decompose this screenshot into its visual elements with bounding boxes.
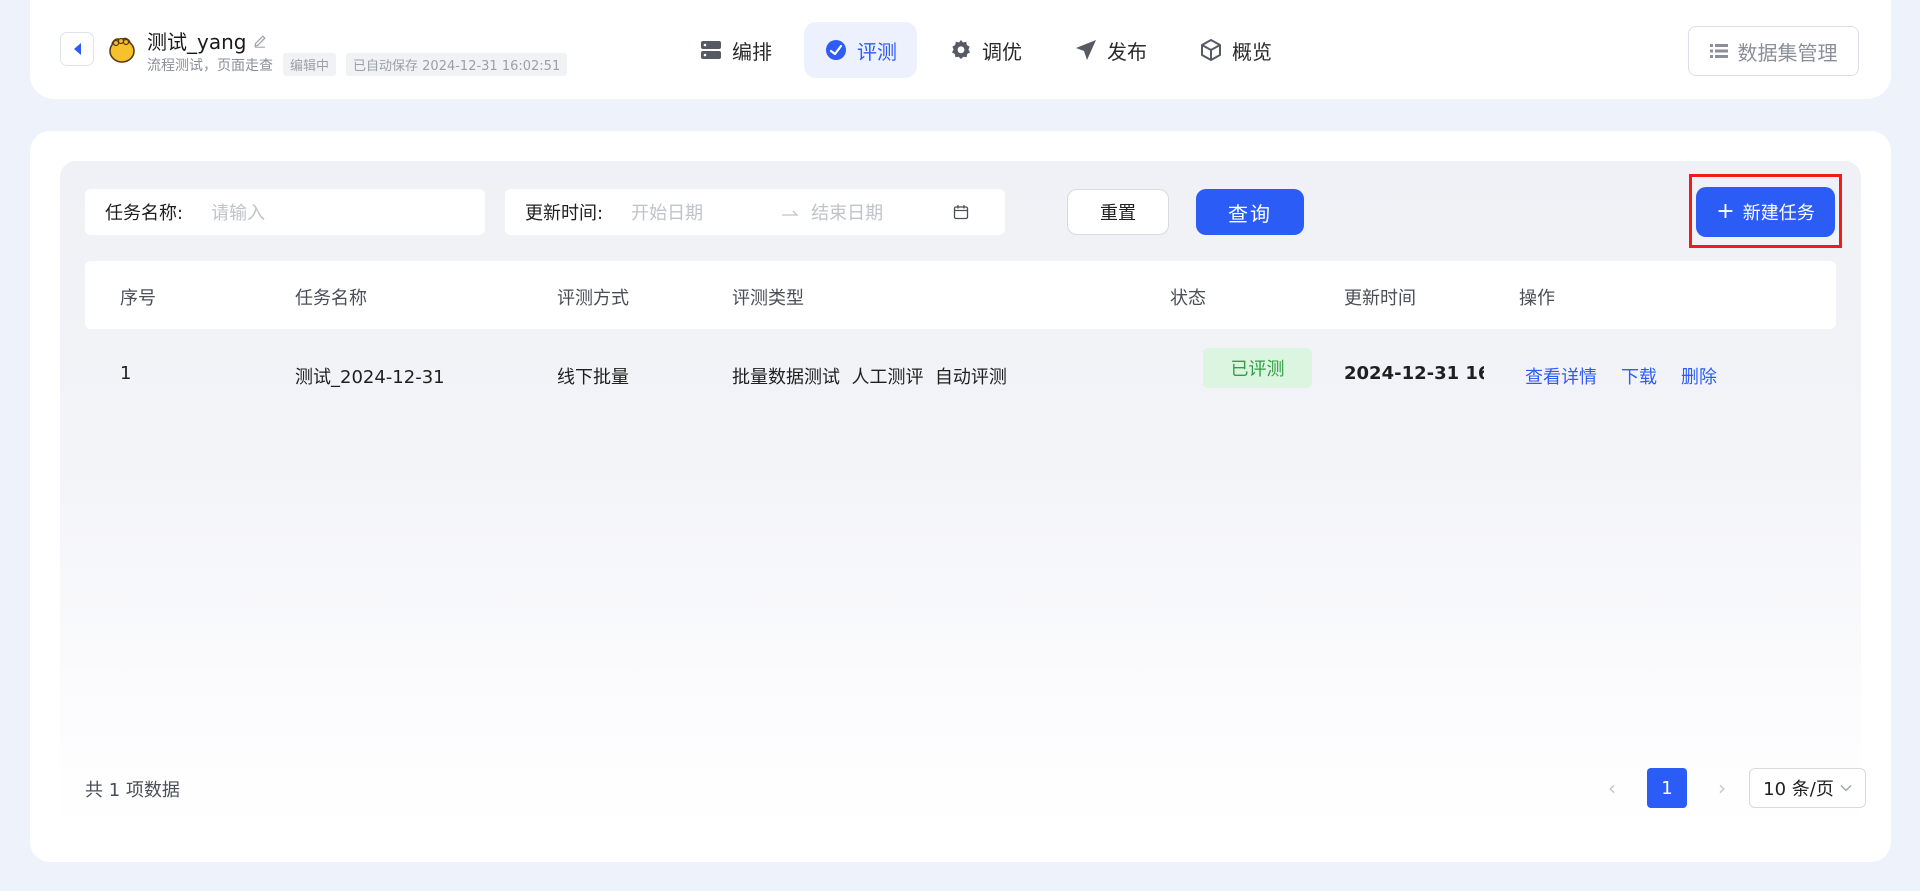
column-header: 序号: [120, 288, 156, 309]
update-time-label: 更新时间:: [525, 203, 604, 224]
page-size-select[interactable]: 10 条/页: [1749, 768, 1866, 808]
pagination: ‹ 1 ›: [1592, 768, 1742, 808]
app-avatar: [104, 32, 138, 66]
column-header: 更新时间: [1344, 288, 1416, 309]
chevron-left-icon: [73, 43, 81, 55]
column-header: 操作: [1519, 288, 1555, 309]
task-name-input[interactable]: 请输入: [211, 199, 265, 225]
cell-updated: 2024-12-31 16:07:3: [1344, 363, 1484, 384]
task-panel: 任务名称: 请输入 更新时间: 开始日期 结束日期 重置 查询 + 新建任务 序…: [60, 161, 1866, 832]
new-task-button[interactable]: + 新建任务: [1696, 187, 1835, 237]
column-header: 任务名称: [295, 288, 367, 309]
edit-status-tag: 编辑中: [283, 53, 337, 76]
column-header: 评测方式: [557, 288, 629, 309]
plus-icon: +: [1716, 199, 1735, 224]
cube-icon: [1201, 39, 1221, 61]
list-icon: [1709, 44, 1728, 58]
clapping-hands-icon: [109, 37, 135, 63]
main-nav: 编排 评测 调优 发布 概览: [679, 22, 1292, 78]
query-button[interactable]: 查询: [1196, 189, 1304, 235]
chevron-down-icon: [1840, 785, 1852, 792]
cell-task-name: 测试_2024-12-31: [295, 367, 445, 388]
page-size-value: 10 条/页: [1763, 779, 1834, 800]
table-header: 序号 任务名称 评测方式 评测类型 状态 更新时间 操作: [85, 261, 1836, 329]
nav-label: 发布: [1107, 39, 1147, 64]
back-button[interactable]: [60, 32, 94, 66]
update-time-filter: 更新时间: 开始日期 结束日期: [505, 189, 1005, 235]
column-header: 评测类型: [732, 288, 804, 309]
table-row: 1 测试_2024-12-31 线下批量 批量数据测试 人工测评 自动评测 已评…: [85, 345, 1836, 405]
nav-label: 调优: [982, 39, 1022, 64]
prev-page-icon[interactable]: ‹: [1592, 768, 1632, 808]
nav-tune[interactable]: 调优: [929, 22, 1042, 78]
app-title: 测试_yang: [147, 26, 268, 55]
nav-label: 概览: [1232, 39, 1272, 64]
calendar-icon[interactable]: [953, 204, 969, 220]
start-date-input[interactable]: 开始日期: [631, 199, 703, 225]
delete-link[interactable]: 删除: [1681, 363, 1717, 389]
autosave-tag: 已自动保存 2024-12-31 16:02:51: [346, 53, 568, 76]
new-task-label: 新建任务: [1742, 203, 1815, 224]
cell-types: 批量数据测试 人工测评 自动评测: [732, 367, 1007, 388]
send-icon: [1076, 40, 1096, 60]
nav-publish[interactable]: 发布: [1054, 22, 1167, 78]
task-name-filter: 任务名称: 请输入: [85, 189, 485, 235]
page-number[interactable]: 1: [1647, 768, 1687, 808]
top-header: 测试_yang 流程测试，页面走查 编辑中 已自动保存 2024-12-31 1…: [30, 0, 1891, 99]
download-link[interactable]: 下载: [1621, 363, 1657, 389]
nav-evaluate[interactable]: 评测: [804, 22, 917, 78]
column-header: 状态: [1170, 288, 1206, 309]
gear-icon: [952, 40, 970, 59]
view-details-link[interactable]: 查看详情: [1525, 363, 1597, 389]
dataset-management-button[interactable]: 数据集管理: [1688, 26, 1859, 76]
app-subtitle-row: 流程测试，页面走查 编辑中 已自动保存 2024-12-31 16:02:51: [147, 53, 568, 76]
nav-orchestrate[interactable]: 编排: [679, 22, 792, 78]
reset-button[interactable]: 重置: [1067, 189, 1169, 235]
app-name-text: 测试_yang: [147, 30, 247, 54]
nav-label: 编排: [732, 39, 772, 64]
server-icon: [701, 41, 721, 59]
app-description: 流程测试，页面走查: [147, 57, 273, 74]
nav-overview[interactable]: 概览: [1179, 22, 1292, 78]
end-date-input[interactable]: 结束日期: [811, 199, 883, 225]
next-page-icon[interactable]: ›: [1702, 768, 1742, 808]
cell-index: 1: [120, 363, 132, 384]
pencil-icon[interactable]: [252, 33, 268, 49]
main-card: 任务名称: 请输入 更新时间: 开始日期 结束日期 重置 查询 + 新建任务 序…: [30, 131, 1891, 862]
gauge-icon: [826, 40, 846, 60]
cell-method: 线下批量: [557, 367, 629, 388]
arrow-right-icon: [782, 210, 799, 216]
total-count: 共 1 项数据: [85, 780, 180, 801]
dataset-button-label: 数据集管理: [1737, 40, 1838, 65]
nav-label: 评测: [857, 39, 897, 64]
status-badge: 已评测: [1203, 348, 1312, 388]
task-name-label: 任务名称:: [105, 203, 184, 224]
